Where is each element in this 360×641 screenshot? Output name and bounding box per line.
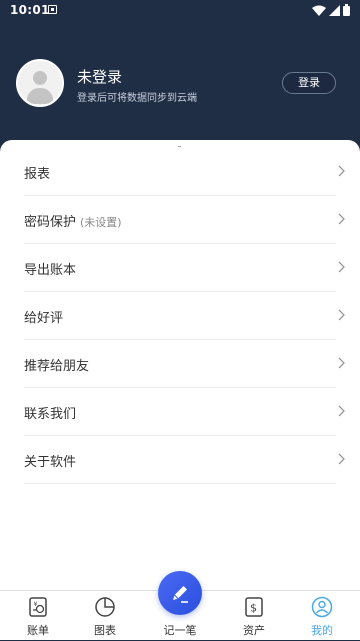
profile-header: 未登录 登录后可将数据同步到云端 登录 [0, 22, 360, 140]
menu-label-text: 给好评 [24, 311, 64, 326]
tab-label: 账单 [27, 624, 49, 637]
battery-icon [343, 4, 350, 16]
login-button[interactable]: 登录 [282, 72, 336, 94]
menu-item-rate[interactable]: 给好评 [24, 292, 345, 340]
card-handle [178, 146, 181, 147]
pen-icon [173, 586, 188, 603]
chevron-right-icon [338, 357, 345, 369]
avatar-head-icon [33, 71, 47, 85]
chevron-right-icon [338, 453, 345, 465]
svg-text:$: $ [250, 602, 257, 615]
wifi-icon [312, 5, 326, 16]
menu-item-report[interactable]: 报表 [24, 148, 345, 196]
menu-item-label: 报表 [24, 163, 50, 182]
status-icons [312, 4, 350, 16]
menu-item-contact[interactable]: 联系我们 [24, 388, 345, 436]
chevron-right-icon [338, 213, 345, 225]
menu-item-export[interactable]: 导出账本 [24, 244, 345, 292]
menu-label-text: 推荐给朋友 [24, 359, 90, 374]
menu-item-recommend[interactable]: 推荐给朋友 [24, 340, 345, 388]
tab-bill[interactable]: ¥ 账单 [8, 591, 68, 641]
menu-item-label: 密码保护 (未设置) [24, 211, 122, 230]
tab-label: 我的 [311, 624, 333, 637]
menu-label-text: 关于软件 [24, 455, 77, 470]
notification-icon [48, 5, 57, 14]
add-record-button[interactable] [158, 571, 202, 615]
profile-name[interactable]: 未登录 [77, 66, 122, 87]
menu-label-text: 报表 [24, 167, 51, 182]
bill-icon: ¥ [29, 597, 47, 617]
chevron-right-icon [338, 309, 345, 321]
menu-item-label: 给好评 [24, 307, 63, 326]
pie-chart-icon [95, 597, 115, 617]
tab-label: 记一笔 [163, 624, 197, 637]
profile-subtitle: 登录后可将数据同步到云端 [77, 93, 197, 104]
menu-item-about[interactable]: 关于软件 [24, 436, 345, 484]
chevron-right-icon [338, 405, 345, 417]
tab-label: 资产 [243, 624, 265, 637]
status-bar: 10:01 [0, 0, 360, 22]
dollar-icon: $ [245, 597, 263, 617]
chevron-right-icon [338, 165, 345, 177]
menu-label-text: 联系我们 [24, 407, 77, 422]
avatar-body-icon [27, 88, 53, 104]
menu-item-label: 关于软件 [24, 451, 76, 470]
password-status: (未设置) [80, 216, 122, 229]
tab-assets[interactable]: $ 资产 [224, 591, 284, 641]
user-icon [311, 596, 333, 618]
chevron-right-icon [338, 261, 345, 273]
menu-item-label: 联系我们 [24, 403, 76, 422]
menu-item-label: 导出账本 [24, 259, 76, 278]
menu-card: 报表 密码保护 (未设置) 导出账本 给好评 推荐给朋友 联系我们 关于软件 [0, 140, 360, 590]
tab-charts[interactable]: 图表 [75, 591, 135, 641]
signal-icon [329, 4, 340, 16]
status-time: 10:01 [10, 3, 50, 17]
tab-mine[interactable]: 我的 [292, 591, 352, 641]
menu-label-text: 密码保护 [24, 215, 77, 230]
menu-item-label: 推荐给朋友 [24, 355, 89, 374]
avatar[interactable] [16, 59, 64, 107]
menu-item-password[interactable]: 密码保护 (未设置) [24, 196, 345, 244]
menu-label-text: 导出账本 [24, 263, 77, 278]
tab-label: 图表 [94, 624, 116, 637]
